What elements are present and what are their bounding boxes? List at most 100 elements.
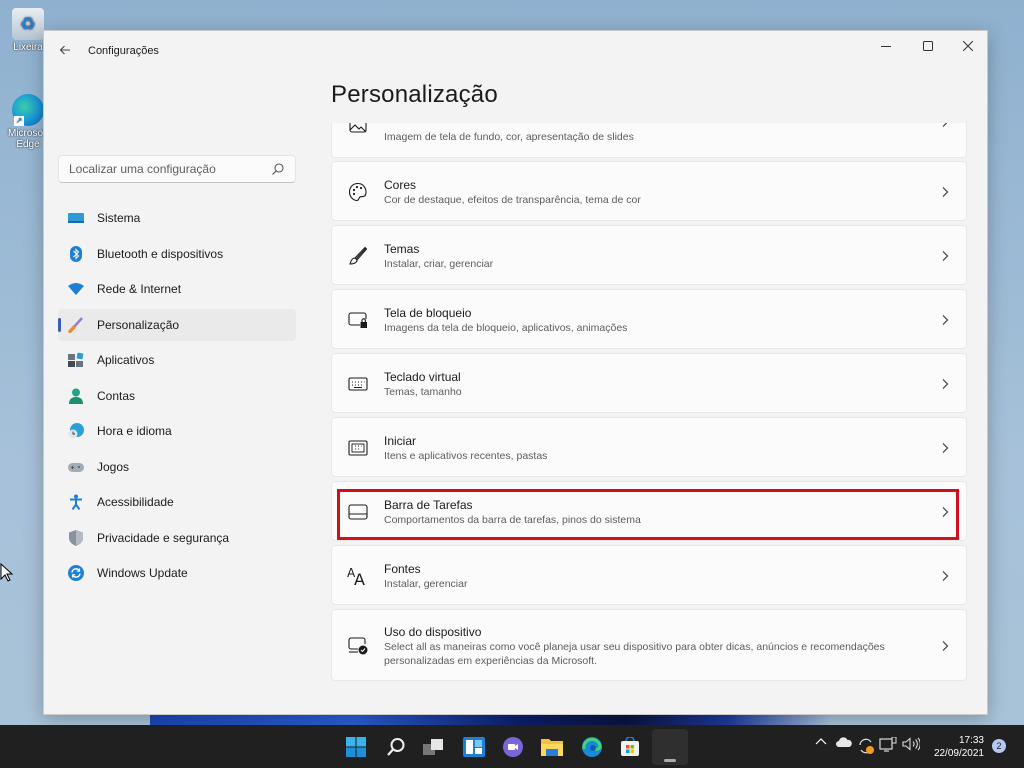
widgets-button[interactable] [460, 733, 488, 761]
back-button[interactable] [54, 41, 76, 63]
card-uso-do-dispositivo[interactable]: Uso do dispositivo Select all as maneira… [331, 609, 967, 681]
chevron-right-icon [942, 123, 948, 127]
card-title: Uso do dispositivo [384, 625, 482, 639]
chevron-right-icon [942, 507, 949, 517]
onedrive-icon [836, 737, 852, 747]
sidebar-item-privacidade[interactable]: Privacidade e segurança [58, 522, 296, 554]
search-input[interactable] [69, 162, 271, 176]
monitor-icon [68, 210, 84, 226]
app-title: Configurações [88, 45, 159, 57]
card-tela-de-bloqueio[interactable]: Tela de bloqueio Imagens da tela de bloq… [331, 289, 967, 349]
search-icon [387, 738, 405, 756]
sidebar-item-personalizacao[interactable]: Personalização [58, 308, 296, 341]
desktop-icon-edge[interactable]: ↗ Microsoft Edge [8, 94, 49, 150]
search-icon[interactable] [271, 162, 285, 176]
card-title: Iniciar [384, 434, 417, 448]
close-button[interactable] [948, 31, 988, 61]
person-icon [68, 388, 84, 404]
title-bar: Configurações [44, 31, 987, 71]
minimize-icon [881, 46, 891, 47]
sidebar-item-label: Rede & Internet [97, 282, 182, 296]
chevron-right-icon [942, 379, 949, 389]
sidebar-item-label: Acessibilidade [97, 495, 174, 509]
card-barra-de-tarefas[interactable]: Barra de Tarefas Comportamentos da barra… [331, 481, 967, 541]
volume-tray[interactable] [900, 737, 922, 751]
show-hidden-icons-button[interactable] [814, 737, 828, 745]
chevron-right-icon [942, 187, 949, 197]
settings-taskbar-button[interactable] [652, 729, 688, 765]
taskbar-search-button[interactable] [382, 733, 410, 761]
card-description: Imagens da tela de bloqueio, aplicativos… [384, 322, 628, 334]
card-tela-de-fundo[interactable]: Imagem de tela de fundo, cor, apresentaç… [331, 123, 967, 158]
network-icon [879, 737, 897, 752]
shield-icon [68, 529, 84, 546]
taskbar-icon [347, 501, 369, 523]
minimize-button[interactable] [866, 31, 906, 61]
sidebar-item-label: Personalização [97, 317, 180, 332]
notification-badge[interactable]: 2 [992, 739, 1006, 753]
folder-icon [541, 739, 563, 756]
task-view-button[interactable] [420, 733, 448, 761]
sidebar-nav: Sistema Bluetooth e dispositivos Rede & … [58, 202, 296, 593]
file-explorer-button[interactable] [538, 733, 566, 761]
card-description: Imagem de tela de fundo, cor, apresentaç… [384, 131, 634, 143]
edge-button[interactable] [578, 733, 606, 761]
search-box[interactable] [58, 155, 296, 183]
card-description: Select all as maneiras como você planeja… [384, 641, 885, 667]
sidebar-item-acessibilidade[interactable]: Acessibilidade [58, 486, 296, 518]
sync-tray[interactable] [856, 737, 876, 755]
edge-icon [582, 737, 602, 757]
store-button[interactable] [616, 733, 644, 761]
device-usage-icon [347, 635, 369, 657]
windows-logo-icon [346, 737, 366, 757]
desktop-icon-recycle-bin[interactable]: ♻ Lixeira [8, 8, 48, 53]
sidebar-item-label: Hora e idioma [97, 424, 172, 438]
clock[interactable]: 17:33 22/09/2021 [928, 734, 984, 760]
close-icon [963, 41, 973, 51]
chevron-right-icon [942, 443, 949, 453]
desktop-icon-label: Lixeira [13, 42, 43, 53]
globe-clock-icon [68, 423, 84, 439]
card-cores[interactable]: Cores Cor de destaque, efeitos de transp… [331, 161, 967, 221]
sidebar-item-sistema[interactable]: Sistema [58, 202, 296, 234]
wifi-icon [68, 281, 84, 297]
maximize-button[interactable] [908, 31, 948, 61]
sync-icon [859, 738, 874, 754]
card-fontes[interactable]: AA Fontes Instalar, gerenciar [331, 545, 967, 605]
sidebar-item-label: Aplicativos [97, 353, 155, 367]
card-description: Instalar, criar, gerenciar [384, 258, 494, 270]
onedrive-tray[interactable] [834, 737, 854, 748]
card-teclado-virtual[interactable]: Teclado virtual Temas, tamanho [331, 353, 967, 413]
page-title: Personalização [331, 81, 498, 108]
chevron-right-icon [942, 315, 949, 325]
sidebar-item-bluetooth[interactable]: Bluetooth e dispositivos [58, 238, 296, 270]
clock-time: 17:33 [958, 735, 984, 746]
lock-screen-icon [347, 309, 369, 331]
card-title: Teclado virtual [384, 370, 461, 384]
network-tray[interactable] [878, 737, 898, 753]
card-description: Instalar, gerenciar [384, 578, 468, 590]
sidebar-item-hora-idioma[interactable]: Hora e idioma [58, 415, 296, 447]
task-view-icon [423, 739, 443, 755]
start-button[interactable] [342, 733, 370, 761]
card-title: Tela de bloqueio [384, 306, 472, 320]
sidebar-item-jogos[interactable]: Jogos [58, 451, 296, 483]
sidebar-item-aplicativos[interactable]: Aplicativos [58, 344, 296, 376]
recycle-bin-icon: ♻ [12, 8, 44, 40]
sidebar-item-contas[interactable]: Contas [58, 380, 296, 412]
edge-icon: ↗ [12, 94, 44, 126]
chat-button[interactable] [499, 733, 527, 761]
paintbrush-icon [68, 316, 84, 333]
taskbar: 17:33 22/09/2021 [0, 725, 1024, 768]
store-icon [621, 737, 639, 756]
sidebar-item-rede[interactable]: Rede & Internet [58, 273, 296, 305]
card-title: Cores [384, 178, 417, 192]
sidebar-item-windows-update[interactable]: Windows Update [58, 557, 296, 589]
image-icon [347, 123, 369, 136]
update-icon [68, 565, 84, 581]
card-iniciar[interactable]: Iniciar Itens e aplicativos recentes, pa… [331, 417, 967, 477]
bluetooth-icon [68, 245, 84, 262]
card-description: Itens e aplicativos recentes, pastas [384, 450, 548, 462]
fonts-icon: AA [347, 565, 369, 587]
card-temas[interactable]: Temas Instalar, criar, gerenciar [331, 225, 967, 285]
